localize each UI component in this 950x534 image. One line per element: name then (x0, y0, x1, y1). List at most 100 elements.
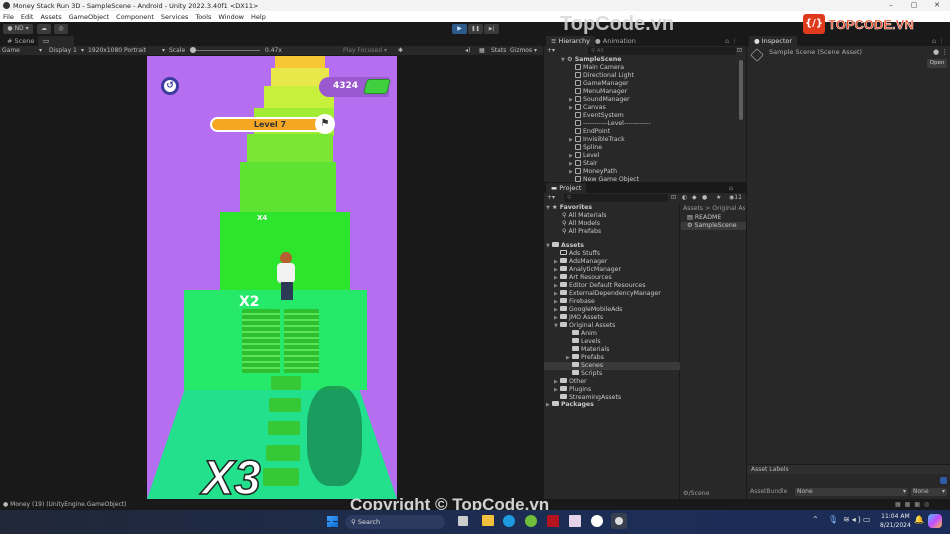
tab-scene[interactable]: # Scene (2, 36, 39, 46)
game-viewport[interactable]: X4 X2 X3 ↺ 4324 Level 7 ⚑ (147, 56, 397, 499)
asset-bundle-dropdown[interactable]: None ▾ (795, 488, 908, 496)
pause-button[interactable]: ❚❚ (468, 24, 483, 34)
display-dropdown[interactable]: Display 1 ▾ (49, 46, 84, 56)
filter-type-icon[interactable]: ◐ (682, 193, 687, 203)
add-button[interactable]: +▾ (547, 46, 555, 56)
asset-folder[interactable]: ▶ Prefabs (566, 354, 604, 362)
menu-help[interactable]: Help (251, 13, 266, 21)
asset-folder[interactable]: Scripts (566, 370, 602, 378)
open-button[interactable]: Open (927, 59, 947, 68)
favorite-item[interactable]: ⚲ All Prefabs (562, 228, 601, 236)
favorite-item[interactable]: ⚲ All Models (562, 220, 600, 228)
copilot-icon[interactable] (928, 514, 942, 528)
menu-assets[interactable]: Assets (40, 13, 61, 21)
hierarchy-item[interactable]: Directional Light (569, 72, 634, 80)
tab-hierarchy[interactable]: ≡ Hierarchy (546, 36, 595, 46)
file-samplescene[interactable]: ⚙ SampleScene (681, 222, 746, 230)
unity-taskbar-icon[interactable] (611, 513, 627, 529)
asset-folder[interactable]: Anim (566, 330, 597, 338)
asset-folder[interactable]: ▶ GoogleMobileAds (554, 306, 622, 314)
asset-folder[interactable]: ▼ Original Assets (554, 322, 615, 330)
hierarchy-scrollbar[interactable] (739, 60, 743, 120)
lock-icon[interactable]: ⌂ ⋮ (927, 36, 950, 46)
hierarchy-item[interactable]: GameManager (569, 80, 629, 88)
tab-project[interactable]: ▬ Project (546, 183, 587, 193)
zalo-icon[interactable] (591, 515, 603, 527)
mute-audio-icon[interactable]: ◂) (465, 46, 470, 56)
cloud-button[interactable]: ☁ (37, 24, 51, 34)
menu-services[interactable]: Services (161, 13, 188, 21)
panel-menu-icon[interactable]: ⌂ ⋮ (724, 183, 746, 202)
asset-variant-dropdown[interactable]: None ▾ (911, 488, 947, 496)
network-volume-battery-icons[interactable]: ≋◂)▭ (843, 515, 872, 524)
stats-button[interactable]: Stats (491, 46, 506, 56)
taskbar-search[interactable]: ⚲ Search (345, 515, 445, 529)
play-focused-dropdown[interactable]: Play Focused ▾ (343, 46, 393, 56)
menu-window[interactable]: Window (218, 13, 244, 21)
app-icon[interactable] (547, 515, 559, 527)
favorite-item[interactable]: ⚲ All Materials (562, 212, 607, 220)
hierarchy-item[interactable]: EndPoint (569, 128, 610, 136)
shortcuts-icon[interactable]: ▦ (479, 46, 485, 56)
asset-folder[interactable]: ▶ AnalyticManager (554, 266, 621, 274)
tag-icon[interactable] (940, 477, 947, 484)
packages-header[interactable]: ▶ Packages (546, 401, 594, 409)
maximize-button[interactable]: ▢ (903, 0, 925, 11)
collab-button[interactable]: ◎ (54, 24, 68, 34)
menu-file[interactable]: File (3, 13, 14, 21)
asset-folder[interactable]: ▶ ExternalDependencyManager (554, 290, 661, 298)
task-view-icon[interactable] (458, 516, 468, 526)
asset-folder[interactable]: ▶ Editor Default Resources (554, 282, 645, 290)
star-icon[interactable]: ★ (716, 193, 721, 203)
tab-inspector[interactable]: ● Inspector (749, 36, 798, 46)
step-button[interactable]: ▶| (484, 24, 499, 34)
asset-folder[interactable]: ▶ Firebase (554, 298, 595, 306)
assets-header[interactable]: ▼ Assets (546, 242, 584, 250)
hierarchy-item[interactable]: ▶ MoneyPath (569, 168, 617, 176)
asset-folder[interactable]: ▶ Plugins (554, 386, 591, 394)
status-message[interactable]: Money (19) (UnityEngine.GameObject) (10, 501, 126, 508)
hierarchy-item[interactable]: ▶ InvisibleTrack (569, 136, 625, 144)
app-icon[interactable] (569, 515, 581, 527)
favorites-header[interactable]: ▼ ★ Favorites (546, 204, 592, 212)
status-icons[interactable]: ▦▦▦◎ (895, 499, 933, 510)
bug-icon[interactable]: ✱ (398, 46, 403, 56)
view-mode-dropdown[interactable]: Game ▾ (2, 46, 44, 56)
search-window-icon[interactable]: ⊡ (671, 193, 676, 203)
scale-slider-handle[interactable] (190, 47, 196, 53)
gizmos-dropdown[interactable]: Gizmos ▾ (510, 46, 540, 56)
clock[interactable]: 11:04 AM 8/21/2024 (880, 512, 911, 530)
hierarchy-item[interactable]: -----------Level------------ (569, 120, 651, 128)
hierarchy-item[interactable]: ▶ Stair (569, 160, 597, 168)
menu-gameobject[interactable]: GameObject (69, 13, 110, 21)
hierarchy-item[interactable]: MenuManager (569, 88, 627, 96)
menu-tools[interactable]: Tools (195, 13, 211, 21)
hierarchy-item[interactable]: EventSystem (569, 112, 624, 120)
play-button[interactable]: ▶ (452, 24, 467, 34)
asset-folder[interactable]: Scenes (544, 362, 680, 370)
edge-browser-icon[interactable] (503, 515, 515, 527)
filter-label-icon[interactable]: ◆ (692, 193, 697, 203)
breadcrumb[interactable]: Assets > Original Asse (683, 205, 745, 213)
create-button[interactable]: +▾ (547, 193, 555, 203)
show-hidden-icons[interactable]: ⌃ (812, 515, 819, 524)
hierarchy-item[interactable]: Main Camera (569, 64, 624, 72)
app-icon[interactable] (525, 515, 537, 527)
notification-bell-icon[interactable]: 🔔 (914, 515, 924, 524)
windows-start-icon[interactable] (327, 516, 338, 527)
tab-game[interactable]: ▭ Game (38, 36, 74, 55)
search-options-icon[interactable]: ⊡ (737, 46, 742, 56)
hierarchy-item[interactable]: ▶ Level (569, 152, 599, 160)
project-search-input[interactable]: ⚲ (564, 194, 668, 202)
restart-button[interactable]: ↺ (161, 77, 179, 95)
hierarchy-item[interactable]: Spline (569, 144, 602, 152)
file-readme[interactable]: ▤ README (687, 214, 721, 222)
menu-edit[interactable]: Edit (21, 13, 34, 21)
scene-root[interactable]: ▼ ⚙ SampleScene (561, 56, 621, 64)
help-icon[interactable]: ● ⋮ (933, 48, 948, 56)
minimize-button[interactable]: – (880, 0, 902, 11)
account-dropdown[interactable]: ● ND ▾ (3, 24, 33, 34)
menu-component[interactable]: Component (116, 13, 154, 21)
hierarchy-item[interactable]: ▶ SoundManager (569, 96, 630, 104)
info-icon[interactable]: ● (702, 193, 707, 203)
